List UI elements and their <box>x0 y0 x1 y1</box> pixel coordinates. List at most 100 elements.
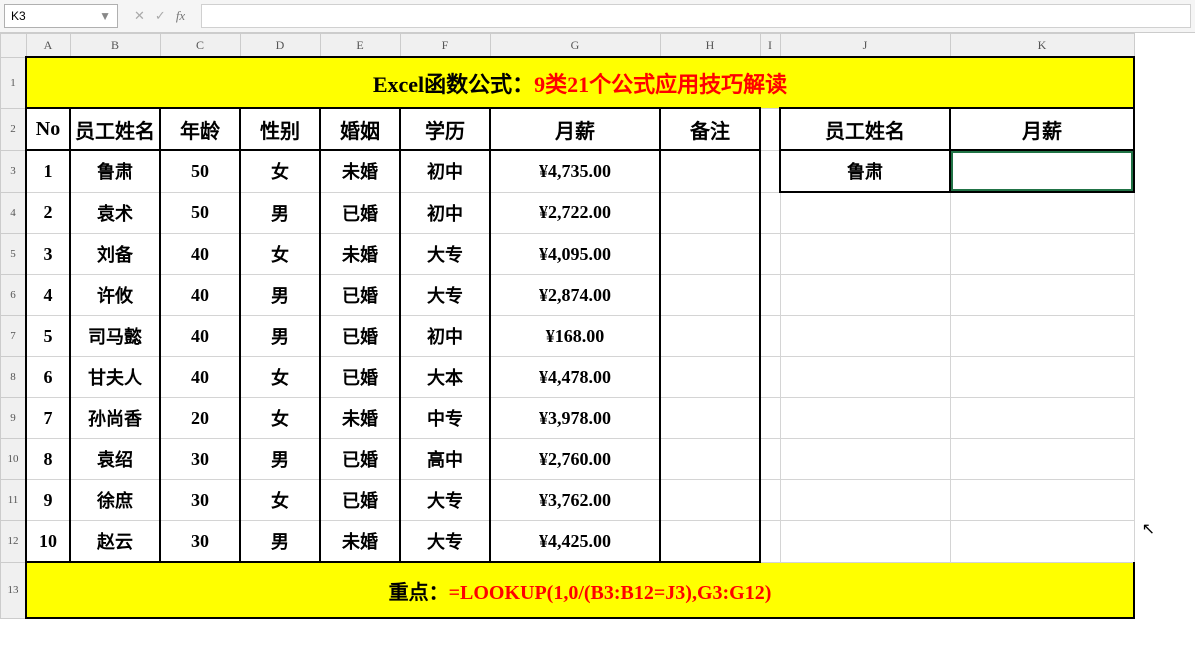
cell-sex[interactable]: 女 <box>240 357 320 398</box>
row-header[interactable]: 3 <box>1 150 27 192</box>
header-salary[interactable]: 月薪 <box>490 108 660 150</box>
cell-edu[interactable]: 大专 <box>400 275 490 316</box>
col-header[interactable]: G <box>490 34 660 58</box>
cell-edu[interactable]: 大专 <box>400 480 490 521</box>
cell[interactable] <box>760 108 780 150</box>
cell[interactable] <box>760 275 780 316</box>
cell-remark[interactable] <box>660 275 760 316</box>
cell-edu[interactable]: 大本 <box>400 357 490 398</box>
cell-name[interactable]: 袁术 <box>70 192 160 234</box>
cell[interactable] <box>950 398 1134 439</box>
cell-name[interactable]: 刘备 <box>70 234 160 275</box>
select-all-corner[interactable] <box>1 34 27 58</box>
side-header-salary[interactable]: 月薪 <box>950 108 1134 150</box>
cell-age[interactable]: 30 <box>160 521 240 563</box>
col-header[interactable]: E <box>320 34 400 58</box>
cell[interactable] <box>760 150 780 192</box>
cell-remark[interactable] <box>660 521 760 563</box>
cell[interactable] <box>950 316 1134 357</box>
cell[interactable] <box>760 398 780 439</box>
cell[interactable] <box>760 234 780 275</box>
cell-age[interactable]: 40 <box>160 275 240 316</box>
cell-no[interactable]: 5 <box>26 316 70 357</box>
cell-remark[interactable] <box>660 398 760 439</box>
row-header[interactable]: 4 <box>1 192 27 234</box>
header-sex[interactable]: 性别 <box>240 108 320 150</box>
cell-sex[interactable]: 男 <box>240 439 320 480</box>
cell-marriage[interactable]: 已婚 <box>320 480 400 521</box>
cell-remark[interactable] <box>660 480 760 521</box>
cell-marriage[interactable]: 已婚 <box>320 275 400 316</box>
row-header[interactable]: 9 <box>1 398 27 439</box>
row-header[interactable]: 11 <box>1 480 27 521</box>
cell[interactable] <box>780 398 950 439</box>
cell-salary[interactable]: ¥4,425.00 <box>490 521 660 563</box>
header-no[interactable]: No <box>26 108 70 150</box>
cell-sex[interactable]: 男 <box>240 192 320 234</box>
header-remark[interactable]: 备注 <box>660 108 760 150</box>
cancel-icon[interactable]: ✕ <box>134 8 145 24</box>
accept-icon[interactable]: ✓ <box>155 8 166 24</box>
cell-no[interactable]: 4 <box>26 275 70 316</box>
cell-sex[interactable]: 女 <box>240 398 320 439</box>
cell[interactable] <box>760 192 780 234</box>
cell-marriage[interactable]: 未婚 <box>320 398 400 439</box>
col-header[interactable]: K <box>950 34 1134 58</box>
cell-salary[interactable]: ¥2,760.00 <box>490 439 660 480</box>
footer-cell[interactable]: 重点：=LOOKUP(1,0/(B3:B12=J3),G3:G12) <box>26 562 1134 618</box>
side-name-value[interactable]: 鲁肃 <box>780 150 950 192</box>
cell-no[interactable]: 3 <box>26 234 70 275</box>
cell-name[interactable]: 甘夫人 <box>70 357 160 398</box>
cell-no[interactable]: 10 <box>26 521 70 563</box>
header-name[interactable]: 员工姓名 <box>70 108 160 150</box>
cell-age[interactable]: 40 <box>160 316 240 357</box>
cell[interactable] <box>950 192 1134 234</box>
cell-marriage[interactable]: 未婚 <box>320 150 400 192</box>
cell-marriage[interactable]: 未婚 <box>320 234 400 275</box>
cell-age[interactable]: 30 <box>160 480 240 521</box>
cell-sex[interactable]: 男 <box>240 521 320 563</box>
header-edu[interactable]: 学历 <box>400 108 490 150</box>
cell[interactable] <box>950 234 1134 275</box>
row-header[interactable]: 6 <box>1 275 27 316</box>
cell-age[interactable]: 50 <box>160 192 240 234</box>
cell-marriage[interactable]: 已婚 <box>320 439 400 480</box>
col-header[interactable]: B <box>70 34 160 58</box>
row-header[interactable]: 13 <box>1 562 27 618</box>
row-header[interactable]: 5 <box>1 234 27 275</box>
cell[interactable] <box>780 192 950 234</box>
cell[interactable] <box>760 316 780 357</box>
cell-name[interactable]: 孙尚香 <box>70 398 160 439</box>
cell-salary[interactable]: ¥2,874.00 <box>490 275 660 316</box>
col-header[interactable]: J <box>780 34 950 58</box>
cell-name[interactable]: 许攸 <box>70 275 160 316</box>
cell[interactable] <box>760 521 780 563</box>
cell-sex[interactable]: 男 <box>240 316 320 357</box>
cell[interactable] <box>760 357 780 398</box>
col-header[interactable]: D <box>240 34 320 58</box>
cell[interactable] <box>780 316 950 357</box>
cell-salary[interactable]: ¥3,762.00 <box>490 480 660 521</box>
cell-salary[interactable]: ¥2,722.00 <box>490 192 660 234</box>
cell-edu[interactable]: 大专 <box>400 521 490 563</box>
cell-salary[interactable]: ¥4,735.00 <box>490 150 660 192</box>
cell-edu[interactable]: 初中 <box>400 316 490 357</box>
row-header[interactable]: 12 <box>1 521 27 563</box>
cell[interactable] <box>780 480 950 521</box>
cell-salary[interactable]: ¥168.00 <box>490 316 660 357</box>
cell[interactable] <box>780 357 950 398</box>
cell-name[interactable]: 司马懿 <box>70 316 160 357</box>
cell-salary[interactable]: ¥4,095.00 <box>490 234 660 275</box>
cell-name[interactable]: 袁绍 <box>70 439 160 480</box>
cell[interactable] <box>780 234 950 275</box>
cell-edu[interactable]: 初中 <box>400 192 490 234</box>
side-header-name[interactable]: 员工姓名 <box>780 108 950 150</box>
cell-marriage[interactable]: 已婚 <box>320 316 400 357</box>
cell-name[interactable]: 鲁肃 <box>70 150 160 192</box>
col-header[interactable]: I <box>760 34 780 58</box>
cell-remark[interactable] <box>660 150 760 192</box>
formula-input[interactable] <box>201 4 1191 28</box>
row-header[interactable]: 7 <box>1 316 27 357</box>
cell-no[interactable]: 2 <box>26 192 70 234</box>
cell-edu[interactable]: 高中 <box>400 439 490 480</box>
